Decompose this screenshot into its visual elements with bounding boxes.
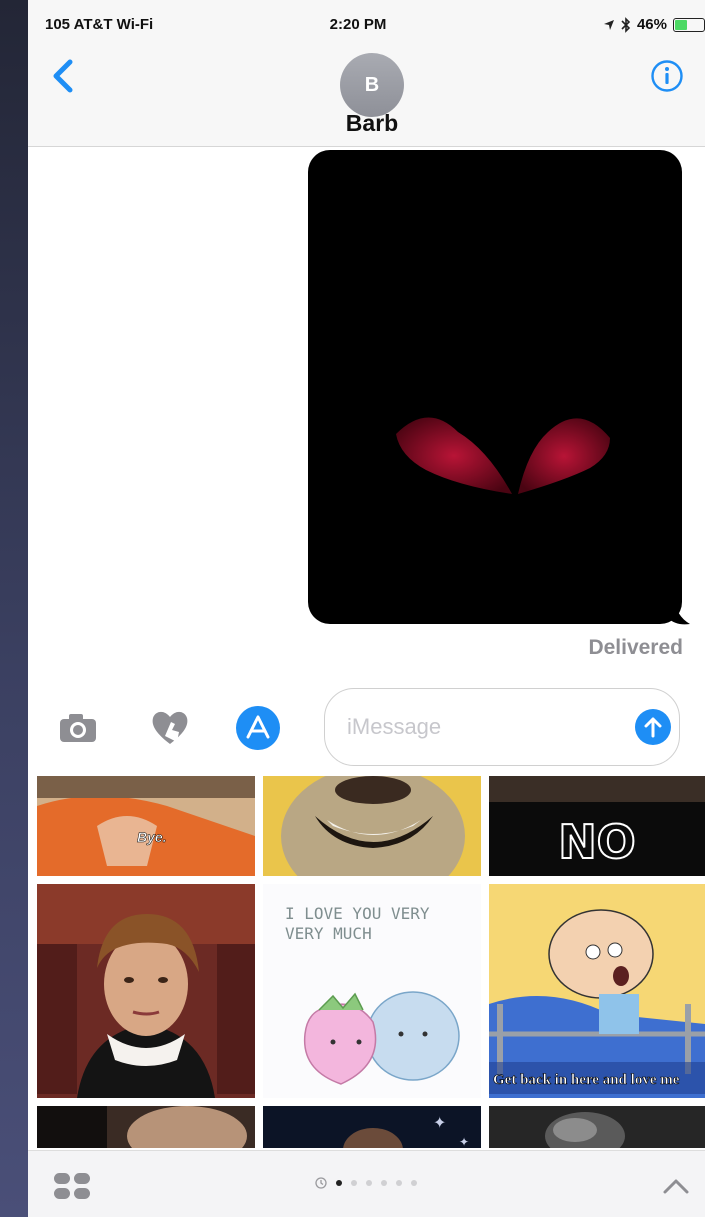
battery-percent: 46%: [636, 16, 667, 33]
composer-bar: [28, 688, 705, 770]
chevron-left-icon[interactable]: [48, 56, 78, 96]
heart-hand-icon[interactable]: [146, 704, 194, 752]
page-dot[interactable]: [366, 1180, 372, 1186]
chevron-up-icon[interactable]: [662, 1177, 690, 1195]
gif-item[interactable]: [37, 1106, 255, 1148]
app-drawer-bar: [28, 1150, 705, 1217]
svg-text:✦: ✦: [459, 1135, 469, 1148]
avatar[interactable]: B: [340, 53, 404, 117]
gif-caption: Get back in here and love me: [493, 1072, 680, 1088]
avatar-initial: B: [364, 73, 380, 96]
message-field[interactable]: [324, 688, 680, 766]
page-dot[interactable]: [411, 1180, 417, 1186]
app-drawer-icon[interactable]: [52, 1171, 94, 1201]
messages-screen: 105 AT&T Wi-Fi 2:20 PM 46% B Barb Delive…: [28, 0, 705, 1217]
message-input[interactable]: [345, 711, 619, 743]
contact-name[interactable]: Barb: [28, 110, 705, 137]
recents-icon[interactable]: [315, 1177, 327, 1189]
page-dot[interactable]: [336, 1180, 342, 1186]
svg-text:✦: ✦: [433, 1113, 446, 1132]
gif-item[interactable]: Bye.: [37, 776, 255, 876]
image-message-bubble[interactable]: [308, 150, 682, 624]
delivery-status: Delivered: [588, 636, 683, 659]
bluetooth-icon: [621, 16, 631, 33]
gif-caption: I LOVE YOU VERY VERY MUCH: [285, 904, 430, 943]
gif-item[interactable]: [37, 884, 255, 1098]
info-icon[interactable]: [650, 59, 684, 93]
message-image: [396, 417, 610, 494]
send-arrow-icon[interactable]: [635, 709, 671, 745]
gif-item[interactable]: I LOVE YOU VERY VERY MUCH: [263, 884, 481, 1098]
battery-icon: [673, 17, 705, 32]
status-right: 46%: [603, 16, 705, 33]
page-dot[interactable]: [396, 1180, 402, 1186]
page-dot[interactable]: [381, 1180, 387, 1186]
gif-item[interactable]: NO: [489, 776, 705, 876]
app-store-icon[interactable]: [234, 704, 282, 752]
page-indicator[interactable]: [315, 1177, 417, 1189]
status-bar: 105 AT&T Wi-Fi 2:20 PM 46%: [28, 0, 705, 36]
gif-item[interactable]: [489, 1106, 705, 1148]
gif-item[interactable]: ✦ ✦: [263, 1106, 481, 1148]
gif-item[interactable]: [263, 776, 481, 876]
gif-caption: Bye.: [137, 829, 167, 845]
screen-edge-decoration: [0, 0, 28, 1217]
camera-icon[interactable]: [54, 704, 102, 752]
gif-picker: Bye. NO I LOVE YOU VERY VERY MUCH Get ba…: [28, 770, 705, 1148]
conversation-header: B Barb: [28, 36, 705, 147]
gif-caption: NO: [558, 815, 636, 869]
gif-item[interactable]: Get back in here and love me: [489, 884, 705, 1098]
bubble-tail: [668, 598, 690, 625]
clock: 2:20 PM: [329, 16, 387, 33]
page-dot[interactable]: [351, 1180, 357, 1186]
location-arrow-icon: [603, 19, 614, 30]
